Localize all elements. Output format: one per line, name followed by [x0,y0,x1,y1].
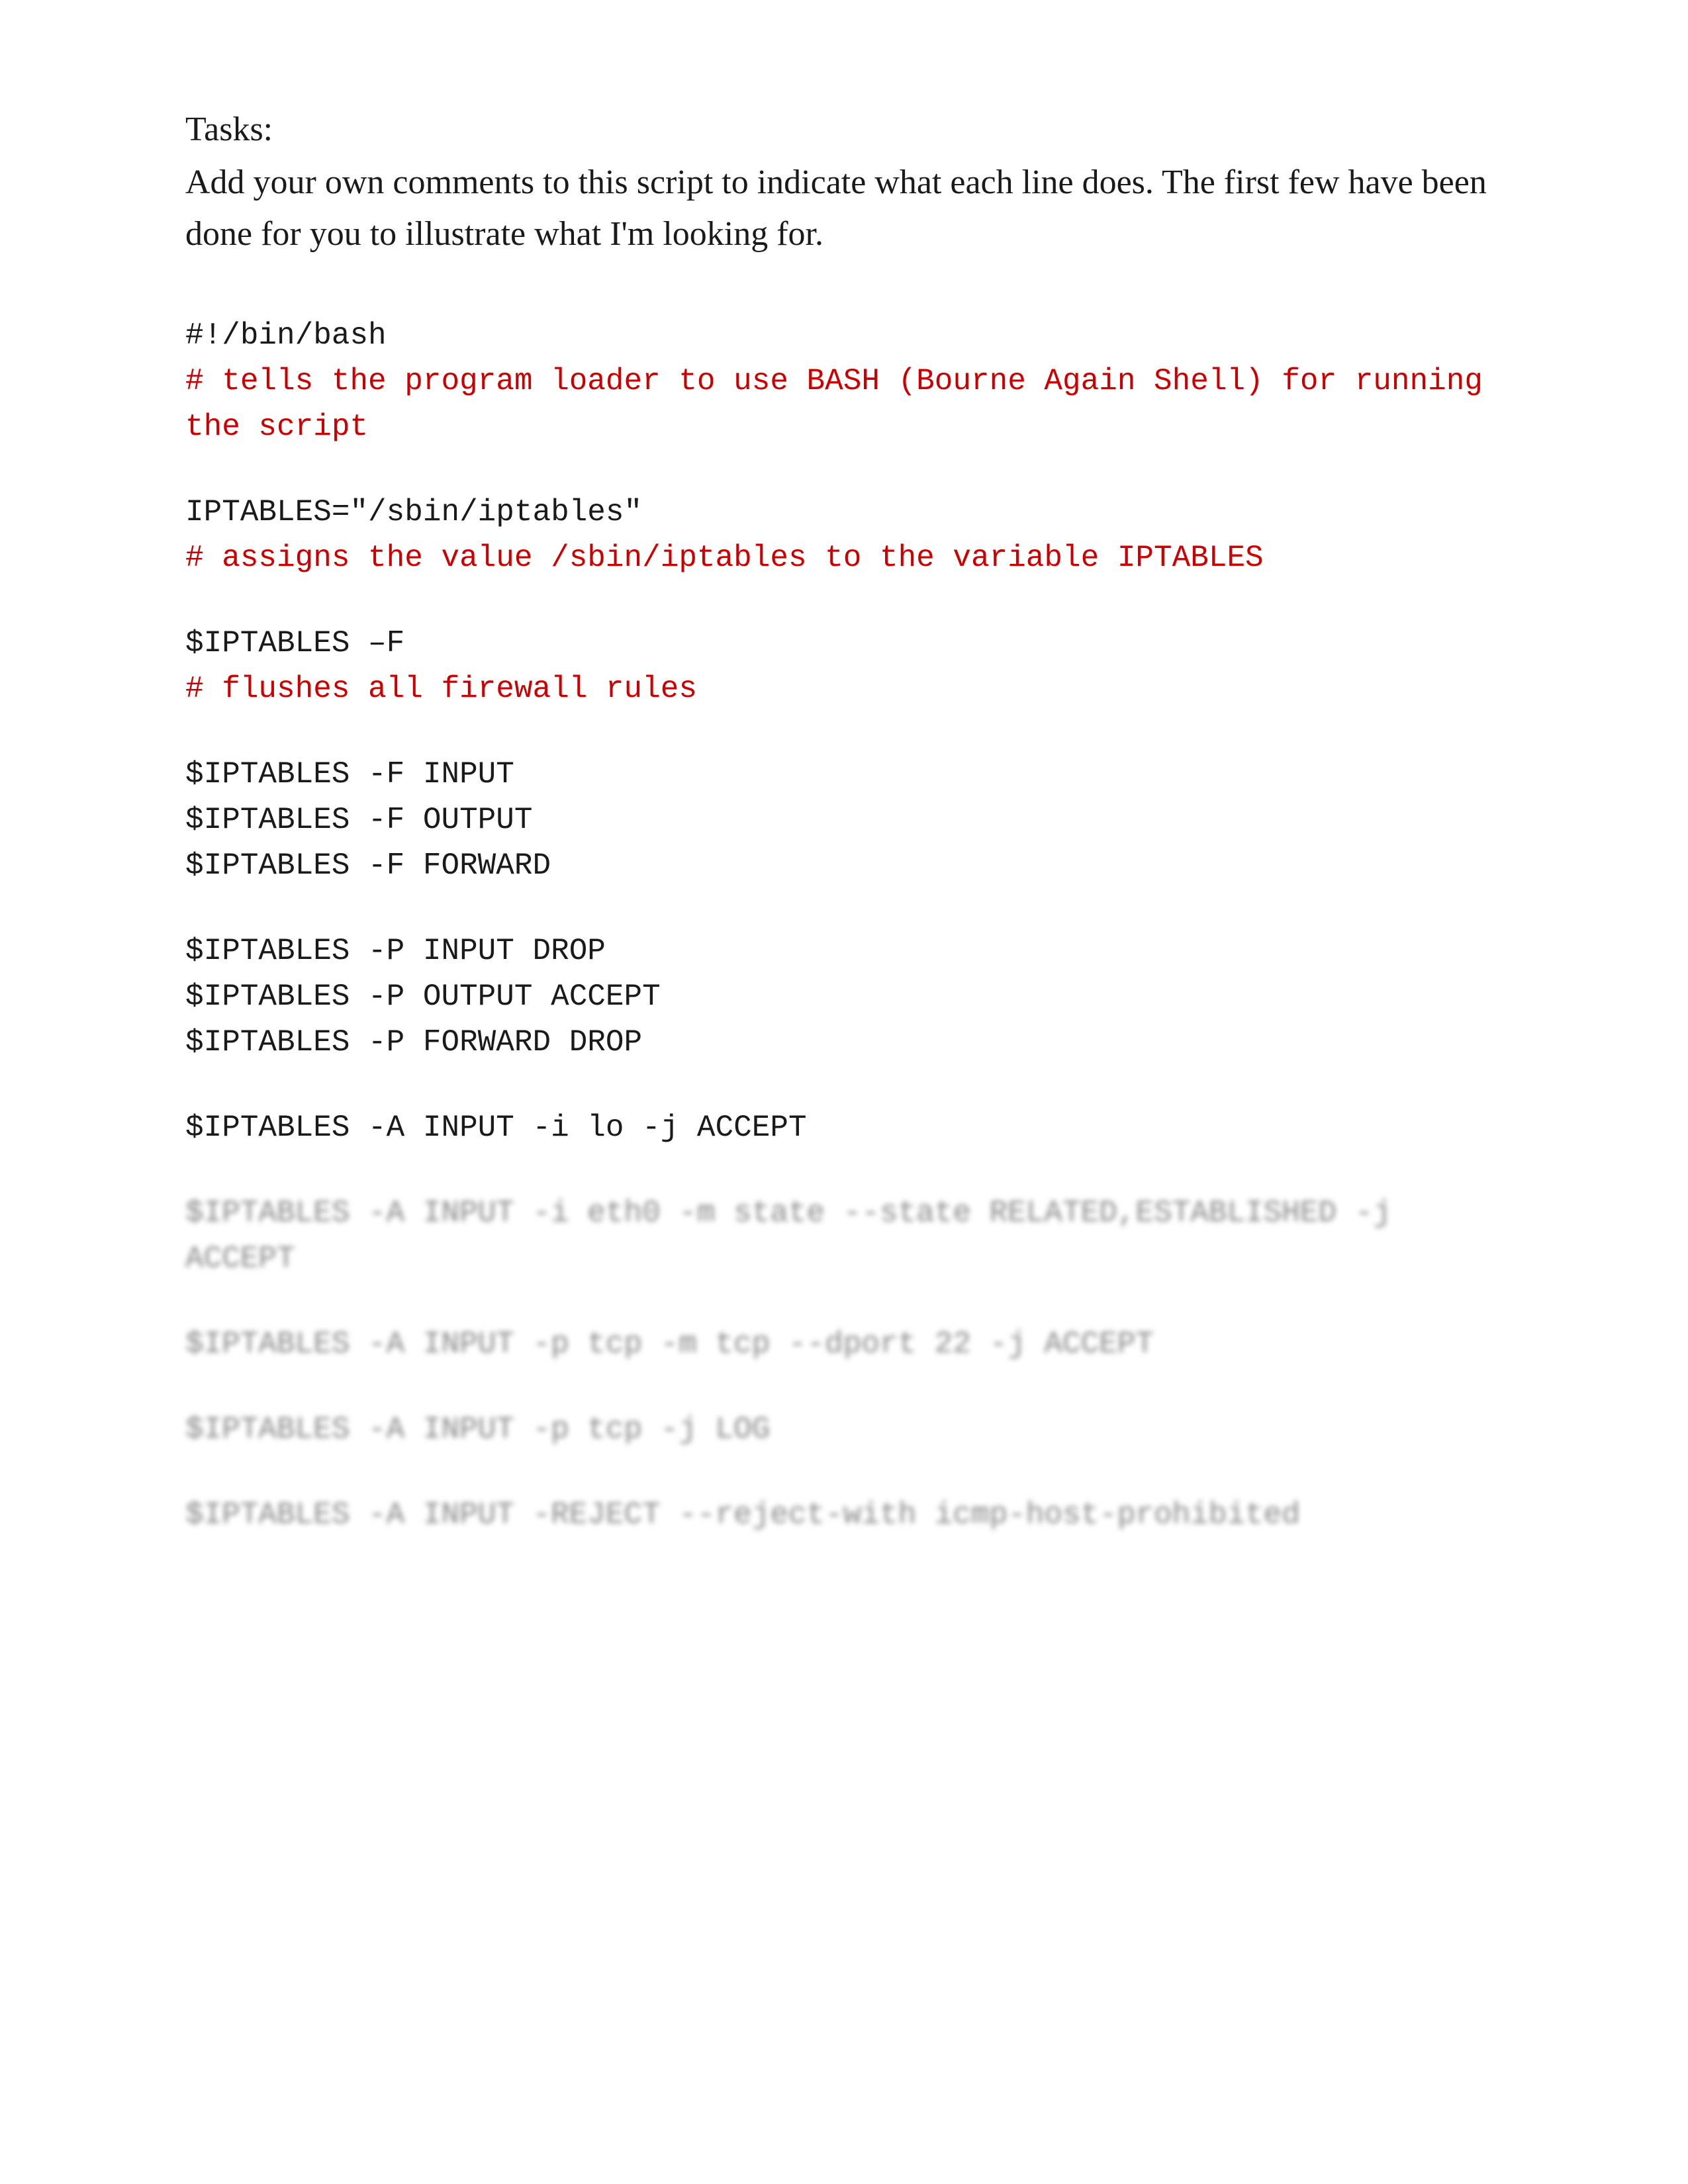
code-block-blurred-1: $IPTABLES -A INPUT -i eth0 -m state --st… [185,1191,1503,1282]
flush-all-line: $IPTABLES –F [185,621,1503,666]
code-block-loopback: $IPTABLES -A INPUT -i lo -j ACCEPT [185,1105,1503,1151]
flush-all-comment: # flushes all firewall rules [185,666,1503,712]
flush-forward-line: $IPTABLES -F FORWARD [185,843,1503,889]
policy-output-accept-line: $IPTABLES -P OUTPUT ACCEPT [185,974,1503,1020]
code-section: #!/bin/bash # tells the program loader t… [185,313,1503,1538]
page-container: Tasks: Add your own comments to this scr… [185,106,1503,1538]
code-block-iptables-var: IPTABLES="/sbin/iptables" # assigns the … [185,490,1503,581]
policy-forward-drop-line: $IPTABLES -P FORWARD DROP [185,1020,1503,1066]
shebang-line: #!/bin/bash [185,313,1503,359]
code-block-flush-all: $IPTABLES –F # flushes all firewall rule… [185,621,1503,712]
flush-output-line: $IPTABLES -F OUTPUT [185,797,1503,843]
code-block-blurred-4: $IPTABLES -A INPUT -REJECT --reject-with… [185,1492,1503,1538]
iptables-var-line: IPTABLES="/sbin/iptables" [185,490,1503,535]
code-block-shebang: #!/bin/bash # tells the program loader t… [185,313,1503,450]
blurred-line-4: $IPTABLES -A INPUT -REJECT --reject-with… [185,1492,1503,1538]
tasks-section: Tasks: Add your own comments to this scr… [185,106,1503,260]
code-block-blurred-2: $IPTABLES -A INPUT -p tcp -m tcp --dport… [185,1322,1503,1367]
blurred-line-1: $IPTABLES -A INPUT -i eth0 -m state --st… [185,1191,1503,1282]
blurred-line-2: $IPTABLES -A INPUT -p tcp -m tcp --dport… [185,1322,1503,1367]
policy-input-drop-line: $IPTABLES -P INPUT DROP [185,929,1503,974]
iptables-var-comment: # assigns the value /sbin/iptables to th… [185,535,1503,581]
shebang-comment: # tells the program loader to use BASH (… [185,359,1503,450]
code-block-policy: $IPTABLES -P INPUT DROP $IPTABLES -P OUT… [185,929,1503,1066]
flush-input-line: $IPTABLES -F INPUT [185,752,1503,797]
code-block-flush-chains: $IPTABLES -F INPUT $IPTABLES -F OUTPUT $… [185,752,1503,889]
blurred-line-3: $IPTABLES -A INPUT -p tcp -j LOG [185,1407,1503,1453]
code-block-blurred-3: $IPTABLES -A INPUT -p tcp -j LOG [185,1407,1503,1453]
tasks-description: Add your own comments to this script to … [185,157,1503,260]
tasks-label: Tasks: [185,106,1503,154]
loopback-line: $IPTABLES -A INPUT -i lo -j ACCEPT [185,1105,1503,1151]
